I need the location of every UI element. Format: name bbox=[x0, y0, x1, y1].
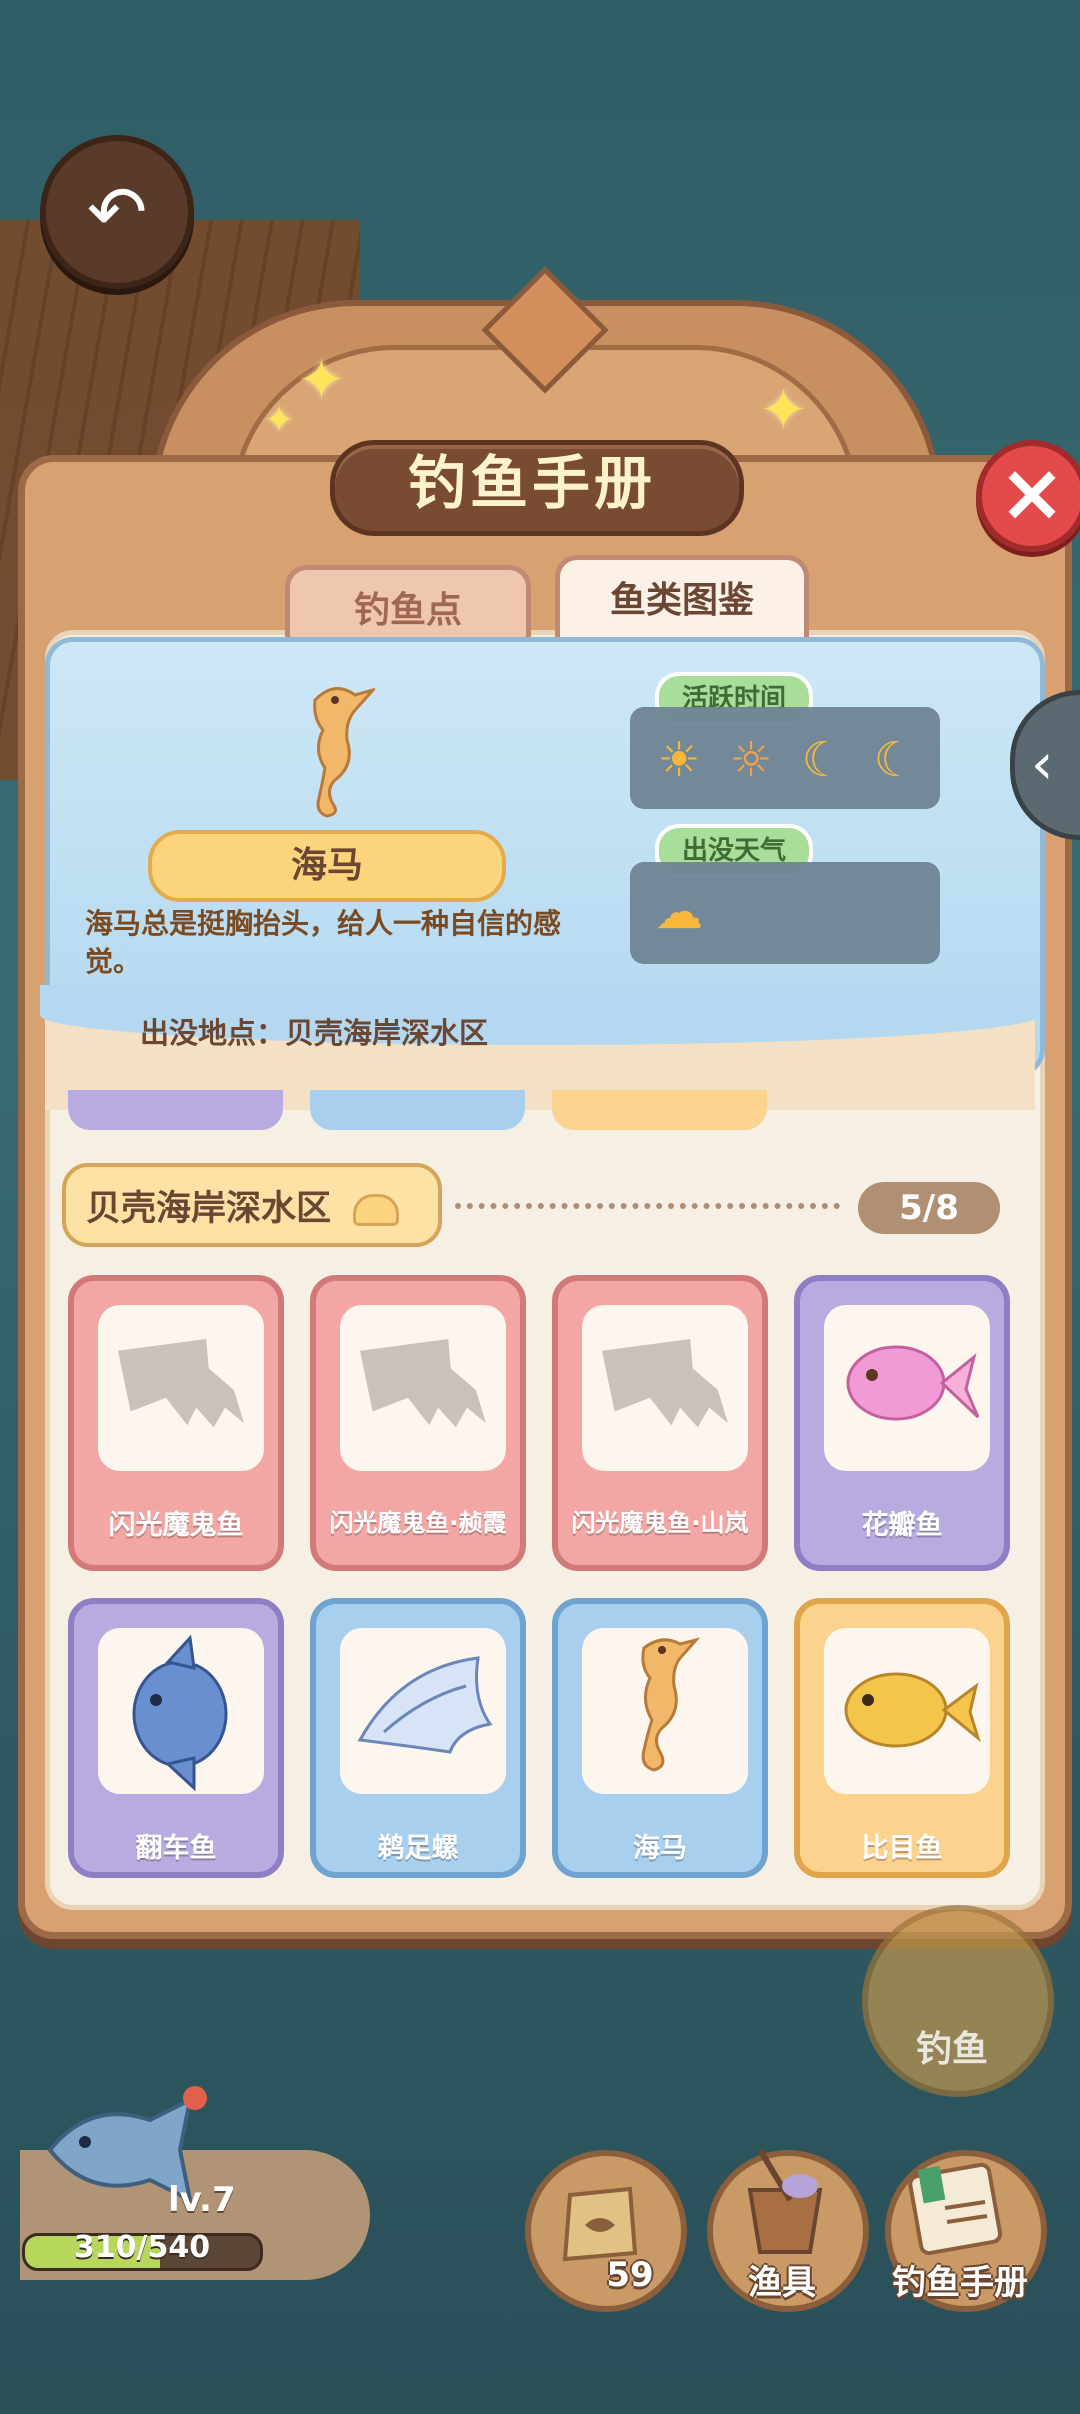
gear-label: 渔具 bbox=[748, 2263, 816, 2303]
fish-card-image bbox=[582, 1305, 748, 1471]
fishing-button-label: 钓鱼 bbox=[915, 2029, 988, 2070]
fish-card-label: 闪光魔鬼鱼·山岚 bbox=[571, 1509, 749, 1537]
seahorse-icon bbox=[641, 1637, 701, 1772]
bait-count: 59 bbox=[606, 2255, 654, 2295]
fish-card-label: 闪光魔鬼鱼·赪霞 bbox=[329, 1509, 507, 1537]
fish-card[interactable]: 闪光魔鬼鱼·山岚 bbox=[552, 1275, 768, 1571]
fish-card-image bbox=[582, 1628, 748, 1794]
shell-icon bbox=[353, 1194, 400, 1226]
fish-card[interactable]: 闪光魔鬼鱼 bbox=[68, 1275, 284, 1571]
moon-icon: ☾ bbox=[801, 732, 845, 788]
close-button[interactable]: × bbox=[976, 440, 1080, 552]
fish-card[interactable]: 比目鱼 bbox=[794, 1598, 1010, 1878]
sparkle-icon: ✦ bbox=[760, 378, 807, 443]
page-title: 钓鱼手册 bbox=[407, 449, 656, 517]
fish-name: 海马 bbox=[148, 830, 506, 902]
sun-icon: ☀ bbox=[657, 732, 701, 788]
fish-card-label: 翻车鱼 bbox=[135, 1833, 217, 1864]
fish-card[interactable]: 海马 bbox=[552, 1598, 768, 1878]
conch-shell-icon bbox=[357, 1656, 493, 1754]
sunset-icon: ☼ bbox=[729, 732, 773, 788]
seahorse-icon bbox=[313, 687, 375, 818]
fish-card[interactable]: 鹈足螺 bbox=[310, 1598, 526, 1878]
section-label: 贝壳海岸深水区 bbox=[62, 1163, 442, 1247]
fish-card-image bbox=[340, 1628, 506, 1794]
fish-card-image bbox=[824, 1305, 990, 1471]
section-name: 贝壳海岸深水区 bbox=[86, 1189, 332, 1229]
fish-card-label: 闪光魔鬼鱼 bbox=[108, 1510, 244, 1541]
xp-text: 310/540 bbox=[73, 2230, 211, 2265]
handbook-icon bbox=[908, 2162, 1003, 2256]
fish-card-label: 花瓣鱼 bbox=[861, 1510, 943, 1541]
section-divider bbox=[455, 1203, 840, 1209]
handbook-label: 钓鱼手册 bbox=[892, 2263, 1028, 2303]
bait-bag-icon bbox=[562, 2186, 638, 2262]
fish-card-image bbox=[98, 1628, 264, 1794]
sparkle-icon: ✦ bbox=[298, 348, 345, 413]
previous-row-card bbox=[68, 1090, 283, 1130]
moon-cloud-icon: ☾ bbox=[873, 732, 917, 788]
fish-card[interactable]: 花瓣鱼 bbox=[794, 1275, 1010, 1571]
fish-card[interactable]: 翻车鱼 bbox=[68, 1598, 284, 1878]
petal-fish-icon bbox=[846, 1345, 980, 1421]
fish-card-label: 比目鱼 bbox=[861, 1833, 943, 1864]
fish-card-label: 海马 bbox=[633, 1833, 687, 1864]
fish-location: 出没地点：贝壳海岸深水区 bbox=[140, 1016, 489, 1050]
player-level: lv.7 bbox=[168, 2180, 236, 2220]
sparkle-icon: ✦ bbox=[264, 400, 295, 441]
fish-card-image bbox=[824, 1628, 990, 1794]
section-progress: 5/8 bbox=[858, 1182, 1000, 1234]
manta-ray-silhouette-icon bbox=[602, 1339, 728, 1428]
fish-card-image bbox=[340, 1305, 506, 1471]
fish-card[interactable]: 闪光魔鬼鱼·赪霞 bbox=[310, 1275, 526, 1571]
sunfish-icon bbox=[132, 1634, 228, 1792]
fish-card-image bbox=[98, 1305, 264, 1471]
manta-ray-silhouette-icon bbox=[360, 1339, 486, 1428]
bucket-icon bbox=[747, 2148, 823, 2254]
manta-ray-silhouette-icon bbox=[118, 1339, 244, 1428]
tab-fishing-spots[interactable]: 钓鱼点 bbox=[285, 565, 531, 648]
fish-description: 海马总是挺胸抬头，给人一种自信的感觉。 bbox=[85, 907, 562, 978]
back-button[interactable]: ↶ bbox=[40, 135, 194, 289]
previous-row-card bbox=[552, 1090, 767, 1130]
fish-card-label: 鹈足螺 bbox=[377, 1833, 459, 1864]
flatfish-icon bbox=[844, 1672, 981, 1748]
previous-row-card bbox=[310, 1090, 525, 1130]
rain-cloud-icon: ☁ bbox=[655, 884, 703, 940]
